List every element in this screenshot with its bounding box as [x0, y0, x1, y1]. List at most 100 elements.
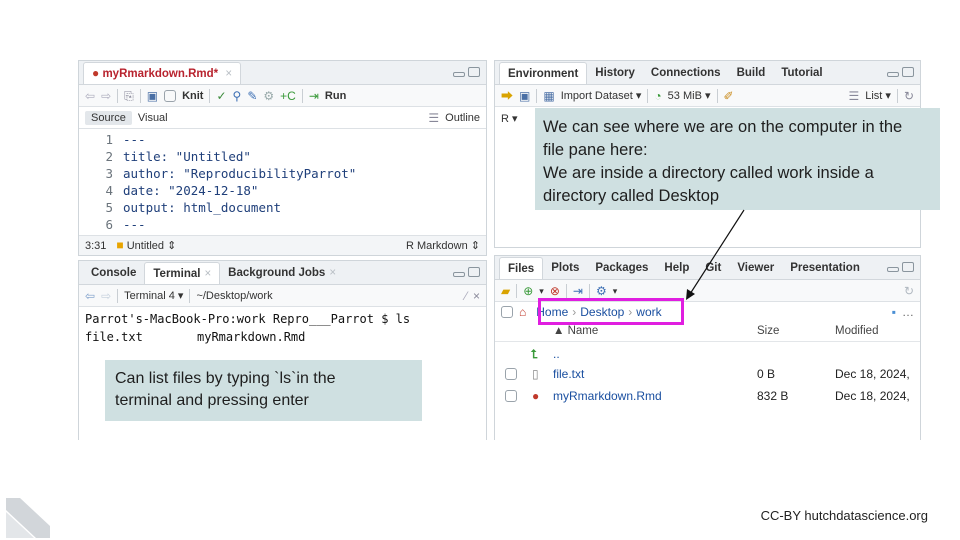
run-icon[interactable]: ⇥ [309, 90, 319, 102]
import-icon[interactable]: ▦ [543, 90, 554, 102]
back-icon[interactable]: ⇦ [85, 290, 95, 302]
broom-icon[interactable]: ✐ [724, 90, 734, 102]
tab-environment[interactable]: Environment [499, 62, 588, 84]
file-checkbox[interactable] [505, 390, 517, 402]
tab-build[interactable]: Build [729, 62, 774, 84]
chunk-selector[interactable]: ■ Untitled ⇕ [116, 239, 176, 252]
env-scope-selector[interactable]: R ▾ [501, 112, 518, 125]
window-controls [453, 267, 480, 277]
maximize-icon[interactable] [468, 67, 480, 77]
chevron-down-icon[interactable]: ▾ [539, 285, 544, 297]
chevron-down-icon[interactable]: ▾ [613, 285, 618, 297]
outline-button[interactable]: Outline [445, 112, 480, 124]
minimize-icon[interactable] [887, 72, 899, 77]
col-size-header[interactable]: Size [757, 325, 779, 337]
source-tab[interactable]: Source [85, 110, 132, 125]
tab-git[interactable]: Git [697, 257, 729, 279]
file-name-link[interactable]: myRmarkdown.Rmd [553, 389, 662, 403]
file-modified: Dec 18, 2024, [835, 389, 910, 403]
col-name-header[interactable]: ▲ Name [553, 325, 598, 337]
code-area[interactable]: 1 --- 2 title: "Untitled" 3 author: "Reproduc… [79, 131, 486, 232]
gear-icon[interactable]: ⚙ [263, 90, 274, 102]
close-terminal-icon[interactable]: × [473, 290, 480, 302]
file-modified: Dec 18, 2024, [835, 367, 910, 381]
tab-packages[interactable]: Packages [587, 257, 656, 279]
save-icon[interactable]: ▣ [147, 90, 158, 102]
new-folder-icon[interactable]: ▰ [501, 285, 510, 297]
show-in-window-icon[interactable]: ⎘ [124, 90, 134, 102]
list-view-button[interactable]: List ▾ [865, 89, 891, 102]
import-dataset-button[interactable]: Import Dataset ▾ [561, 89, 642, 102]
code-line[interactable]: 4 date: "2024-12-18" [79, 182, 486, 199]
col-modified-header[interactable]: Modified [835, 325, 878, 337]
visual-tab[interactable]: Visual [138, 112, 168, 124]
tab-background-jobs[interactable]: Background Jobs × [220, 262, 344, 284]
memory-usage[interactable]: 53 MiB ▾ [668, 89, 711, 102]
knit-button[interactable]: Knit [182, 90, 203, 102]
go-to-wd-icon[interactable]: ▪ [892, 306, 896, 318]
wand-icon[interactable]: ✎ [247, 90, 257, 102]
close-icon[interactable]: × [225, 68, 232, 80]
code-text: --- [123, 217, 146, 232]
up-arrow-icon: ⮤ [531, 347, 539, 361]
code-line[interactable]: 6 --- [79, 216, 486, 233]
mode-selector[interactable]: R Markdown ⇕ [406, 239, 480, 252]
gear-icon[interactable]: ⚙ [596, 285, 607, 297]
close-icon[interactable]: × [329, 267, 336, 279]
list-item[interactable]: ⮤ .. [495, 343, 920, 365]
list-item[interactable]: ● myRmarkdown.Rmd 832 B Dec 18, 2024, [495, 385, 920, 407]
tab-tutorial[interactable]: Tutorial [773, 62, 830, 84]
tab-presentation[interactable]: Presentation [782, 257, 868, 279]
tab-viewer[interactable]: Viewer [729, 257, 782, 279]
code-line[interactable]: 2 title: "Untitled" [79, 148, 486, 165]
minimize-icon[interactable] [453, 72, 465, 77]
tab-connections[interactable]: Connections [643, 62, 729, 84]
back-icon[interactable]: ⇦ [85, 90, 95, 102]
parent-dir-link[interactable]: .. [553, 347, 560, 361]
more-icon[interactable]: … [902, 305, 920, 319]
save-icon[interactable]: ▣ [519, 90, 530, 102]
minimize-icon[interactable] [887, 267, 899, 272]
delete-icon[interactable]: ⊗ [550, 285, 560, 297]
callout-line: file pane here: [543, 141, 648, 159]
insert-chunk-icon[interactable]: +C [280, 90, 296, 102]
forward-icon[interactable]: ⇨ [101, 290, 111, 302]
file-checkbox[interactable] [505, 368, 517, 380]
close-icon[interactable]: × [204, 268, 211, 280]
search-icon[interactable]: ⚲ [233, 90, 242, 102]
maximize-icon[interactable] [468, 267, 480, 277]
select-all-checkbox[interactable] [501, 306, 513, 318]
tab-history[interactable]: History [587, 62, 643, 84]
tab-help[interactable]: Help [656, 257, 697, 279]
refresh-icon[interactable]: ↻ [904, 90, 914, 102]
callout-line: directory called Desktop [543, 187, 720, 205]
run-button[interactable]: Run [325, 90, 346, 102]
clear-icon[interactable]: ⁄ [465, 290, 467, 302]
terminal-output[interactable]: Parrot's-MacBook-Pro:work Repro___Parrot… [85, 310, 410, 346]
forward-icon[interactable]: ⇨ [101, 90, 111, 102]
line-number: 1 [105, 132, 113, 147]
tab-terminal[interactable]: Terminal × [144, 262, 221, 284]
knit-on-save-checkbox[interactable] [164, 89, 177, 102]
rename-icon[interactable]: ⇥ [573, 285, 583, 297]
list-item[interactable]: ▯ file.txt 0 B Dec 18, 2024, [495, 363, 920, 385]
tab-console[interactable]: Console [83, 262, 144, 284]
editor-tab[interactable]: ● myRmarkdown.Rmd* × [83, 62, 242, 84]
code-line[interactable]: 3 author: "ReproducibilityParrot" [79, 165, 486, 182]
tab-files[interactable]: Files [499, 257, 544, 279]
load-workspace-icon[interactable]: ⮕ [501, 90, 513, 102]
minimize-icon[interactable] [453, 272, 465, 277]
window-controls [887, 262, 914, 272]
code-line[interactable]: 5 output: html_document [79, 199, 486, 216]
code-line[interactable]: 1 --- [79, 131, 486, 148]
refresh-icon[interactable]: ↻ [904, 285, 914, 297]
spellcheck-icon[interactable]: ✓ [216, 90, 226, 102]
terminal-selector[interactable]: Terminal 4 ▾ [124, 289, 183, 302]
new-blank-file-icon[interactable]: ⊕ [523, 285, 533, 297]
tab-plots[interactable]: Plots [543, 257, 587, 279]
maximize-icon[interactable] [902, 67, 914, 77]
file-name-link[interactable]: file.txt [553, 367, 584, 381]
maximize-icon[interactable] [902, 262, 914, 272]
home-icon[interactable]: ⌂ [519, 306, 526, 318]
editor-statusbar: 3:31 ■ Untitled ⇕ R Markdown ⇕ [79, 235, 486, 255]
